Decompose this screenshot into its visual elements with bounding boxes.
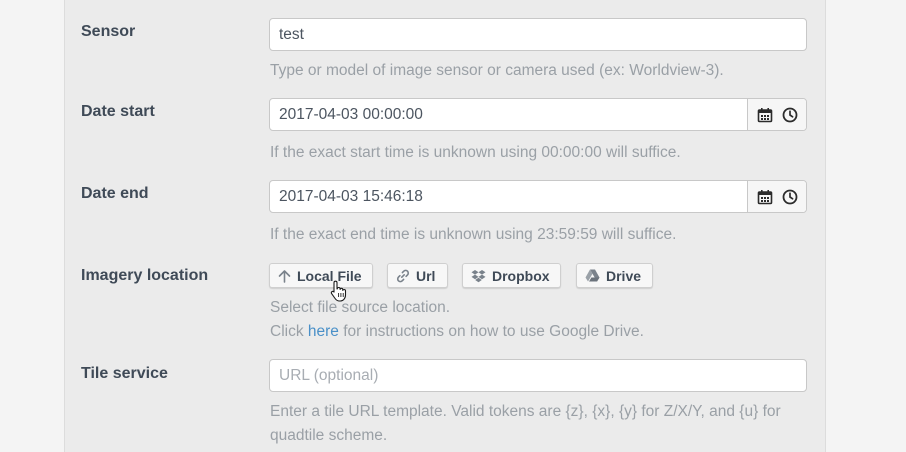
date-end-label: Date end xyxy=(81,185,149,202)
date-end-group xyxy=(269,180,807,213)
sensor-input[interactable] xyxy=(269,18,807,51)
url-button-label: Url xyxy=(416,267,436,284)
date-end-help: If the exact end time is unknown using 2… xyxy=(270,226,677,243)
date-start-addon xyxy=(747,99,806,130)
date-start-label: Date start xyxy=(81,103,155,120)
tile-service-help-line2: quadtile scheme. xyxy=(270,427,388,444)
date-end-input[interactable] xyxy=(270,181,747,212)
date-start-input[interactable] xyxy=(270,99,747,130)
hand-pointer-cursor-icon xyxy=(330,280,348,307)
help-text-prefix: Click xyxy=(270,323,308,340)
clock-icon[interactable] xyxy=(782,107,798,123)
drive-icon xyxy=(585,269,600,282)
imagery-location-help-line2: Click here for instructions on how to us… xyxy=(270,320,644,344)
clock-icon[interactable] xyxy=(782,189,798,205)
dropbox-button[interactable]: Dropbox xyxy=(462,263,561,288)
local-file-button[interactable]: Local File xyxy=(269,263,373,288)
date-start-help: If the exact start time is unknown using… xyxy=(270,144,681,161)
imagery-location-help-line1: Select file source location. xyxy=(270,299,451,316)
sensor-help: Type or model of image sensor or camera … xyxy=(270,62,724,79)
tile-service-label: Tile service xyxy=(81,365,168,382)
url-button[interactable]: Url xyxy=(387,263,448,288)
date-start-group xyxy=(269,98,807,131)
dropbox-icon xyxy=(471,269,486,282)
help-text-suffix: for instructions on how to use Google Dr… xyxy=(338,323,644,340)
date-end-addon xyxy=(747,181,806,212)
sensor-label: Sensor xyxy=(81,23,136,40)
calendar-icon[interactable] xyxy=(757,107,773,123)
tile-service-help-line1: Enter a tile URL template. Valid tokens … xyxy=(270,403,781,420)
drive-button[interactable]: Drive xyxy=(576,263,653,288)
tile-service-input[interactable] xyxy=(269,359,807,392)
imagery-location-label: Imagery location xyxy=(81,267,209,284)
dropbox-button-label: Dropbox xyxy=(492,267,550,284)
drive-button-label: Drive xyxy=(606,267,642,284)
calendar-icon[interactable] xyxy=(757,189,773,205)
link-icon xyxy=(396,269,410,282)
drive-instructions-link[interactable]: here xyxy=(308,323,339,340)
arrow-up-icon xyxy=(278,269,291,283)
